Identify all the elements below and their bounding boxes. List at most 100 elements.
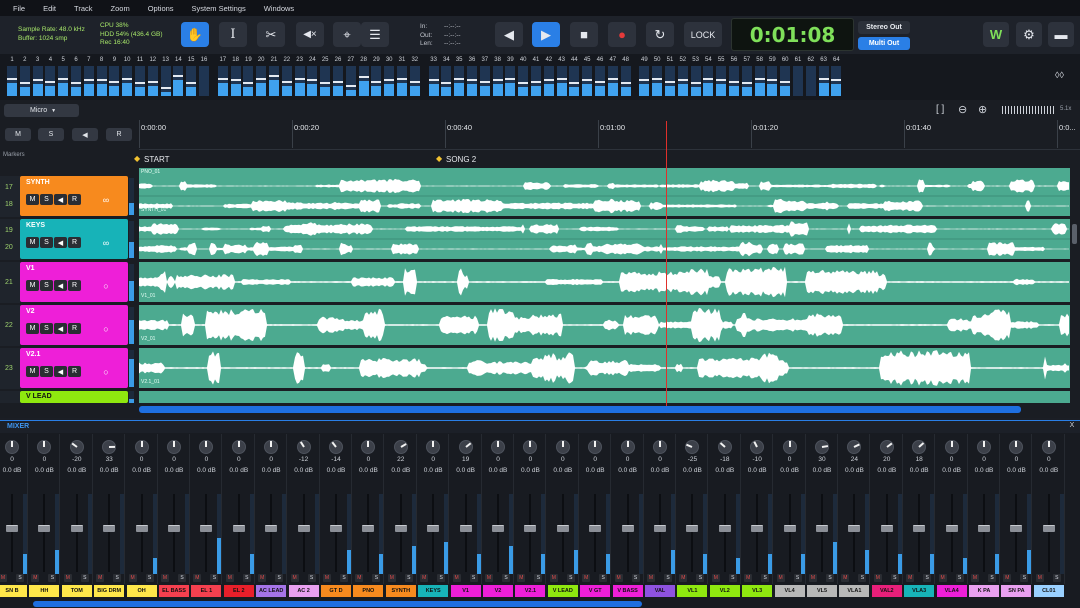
strip-solo-button[interactable]: S: [696, 574, 705, 582]
pan-knob[interactable]: [264, 440, 279, 454]
track-monitor-button[interactable]: ◀: [54, 366, 67, 377]
hand-tool-button[interactable]: ✋: [181, 22, 209, 47]
strip-mute-button[interactable]: M: [841, 574, 850, 582]
mono-icon[interactable]: ○: [100, 323, 112, 334]
strip-solo-button[interactable]: S: [145, 574, 154, 582]
track-record-button[interactable]: R: [68, 237, 81, 248]
fader-handle[interactable]: [783, 525, 796, 533]
strip-solo-button[interactable]: S: [858, 574, 867, 582]
strip-solo-button[interactable]: S: [1020, 574, 1029, 582]
rewind-button[interactable]: ◀: [495, 22, 523, 47]
track-lane[interactable]: [139, 219, 1070, 259]
strip-solo-button[interactable]: S: [826, 574, 834, 582]
strip-solo-button[interactable]: S: [178, 574, 186, 582]
text-tool-button[interactable]: I: [219, 22, 247, 47]
channel-name-label[interactable]: VL2: [709, 585, 740, 597]
track-mute-button[interactable]: M: [26, 194, 39, 205]
strip-solo-button[interactable]: S: [1052, 574, 1061, 582]
channel-name-label[interactable]: HH: [29, 585, 60, 597]
marker-start[interactable]: START: [144, 155, 169, 164]
fader-handle[interactable]: [686, 525, 699, 533]
pan-knob[interactable]: [458, 440, 473, 454]
pan-knob[interactable]: [329, 440, 343, 454]
strip-mute-button[interactable]: M: [517, 574, 526, 582]
mute-tool-button[interactable]: ◀×: [296, 22, 324, 47]
playhead[interactable]: [666, 121, 667, 411]
track-solo-button[interactable]: S: [40, 323, 53, 334]
channel-name-label[interactable]: VL1: [677, 585, 708, 597]
strip-solo-button[interactable]: S: [664, 574, 672, 582]
strip-mute-button[interactable]: M: [128, 574, 137, 582]
global-record-button[interactable]: R: [106, 128, 132, 141]
fader-handle[interactable]: [330, 525, 342, 533]
track-solo-button[interactable]: S: [40, 366, 53, 377]
track-monitor-button[interactable]: ◀: [54, 323, 67, 334]
strip-mute-button[interactable]: M: [938, 574, 947, 582]
marker-song2[interactable]: SONG 2: [446, 155, 476, 164]
track-header[interactable]: SYNTH M S ◀ R ∞: [20, 176, 128, 216]
pan-knob[interactable]: [231, 440, 246, 454]
pan-knob[interactable]: [653, 440, 667, 454]
zoom-out-icon[interactable]: ⊖: [958, 103, 967, 116]
strip-solo-button[interactable]: S: [923, 574, 932, 582]
strip-solo-button[interactable]: S: [728, 574, 737, 582]
mixer-tool-button[interactable]: ☰: [361, 22, 389, 47]
fader-handle[interactable]: [589, 525, 602, 533]
fader-handle[interactable]: [1010, 525, 1023, 533]
track-mute-button[interactable]: M: [26, 366, 39, 377]
fader-handle[interactable]: [751, 525, 764, 533]
play-button[interactable]: ▶: [532, 22, 560, 47]
menu-windows[interactable]: Windows: [255, 4, 303, 13]
channel-name-label[interactable]: V LEAD: [547, 585, 578, 597]
fader-handle[interactable]: [718, 525, 731, 533]
strip-mute-button[interactable]: M: [582, 574, 591, 582]
strip-solo-button[interactable]: S: [404, 574, 413, 582]
channel-name-label[interactable]: VAL: [645, 585, 675, 597]
channel-name-label[interactable]: VL4: [774, 585, 805, 597]
fader-handle[interactable]: [168, 525, 180, 533]
channel-name-label[interactable]: OH: [126, 585, 157, 597]
menu-zoom[interactable]: Zoom: [102, 4, 139, 13]
pan-knob[interactable]: [393, 440, 408, 454]
pan-knob[interactable]: [134, 440, 149, 454]
multi-out-button[interactable]: Multi Out: [858, 37, 910, 50]
fader-handle[interactable]: [816, 525, 828, 533]
track-header[interactable]: V1 M S ◀ R ○: [20, 262, 128, 302]
pan-knob[interactable]: [620, 440, 635, 454]
fader-handle[interactable]: [297, 525, 310, 533]
track-mute-button[interactable]: M: [26, 323, 39, 334]
channel-name-label[interactable]: V GT: [580, 585, 611, 597]
stereo-link-icon[interactable]: ∞: [100, 194, 112, 205]
channel-name-label[interactable]: EL BASS: [159, 585, 189, 597]
global-mute-button[interactable]: M: [5, 128, 31, 141]
strip-solo-button[interactable]: S: [631, 574, 640, 582]
stop-button[interactable]: ■: [570, 22, 598, 47]
fader-handle[interactable]: [38, 525, 51, 533]
strip-solo-button[interactable]: S: [469, 574, 478, 582]
strip-solo-button[interactable]: S: [16, 574, 24, 582]
fader-handle[interactable]: [913, 525, 926, 533]
strip-solo-button[interactable]: S: [761, 574, 770, 582]
fader-handle[interactable]: [200, 525, 213, 533]
pan-knob[interactable]: [102, 440, 117, 454]
strip-mute-button[interactable]: M: [355, 574, 364, 582]
strip-mute-button[interactable]: M: [906, 574, 915, 582]
input-select[interactable]: Micro ▼: [4, 104, 79, 117]
strip-solo-button[interactable]: S: [372, 574, 381, 582]
track-header[interactable]: V2 M S ◀ R ○: [20, 305, 128, 345]
track-v2-1[interactable]: 23 V2.1 M S ◀ R ○: [0, 348, 135, 389]
track-record-button[interactable]: R: [68, 194, 81, 205]
global-speaker-button[interactable]: ◀: [72, 128, 98, 141]
strip-solo-button[interactable]: S: [340, 574, 348, 582]
strip-solo-button[interactable]: S: [599, 574, 608, 582]
strip-solo-button[interactable]: S: [955, 574, 964, 582]
track-v2[interactable]: 22 V2 M S ◀ R ○: [0, 305, 135, 346]
loop-button[interactable]: ↻: [646, 22, 674, 47]
vertical-scrollbar[interactable]: [1072, 224, 1077, 244]
strip-mute-button[interactable]: M: [290, 574, 299, 582]
fader-handle[interactable]: [945, 525, 958, 533]
stereo-link-icon[interactable]: ∞: [100, 237, 112, 248]
strip-mute-button[interactable]: M: [744, 574, 753, 582]
strip-solo-button[interactable]: S: [80, 574, 89, 582]
strip-mute-button[interactable]: M: [679, 574, 688, 582]
